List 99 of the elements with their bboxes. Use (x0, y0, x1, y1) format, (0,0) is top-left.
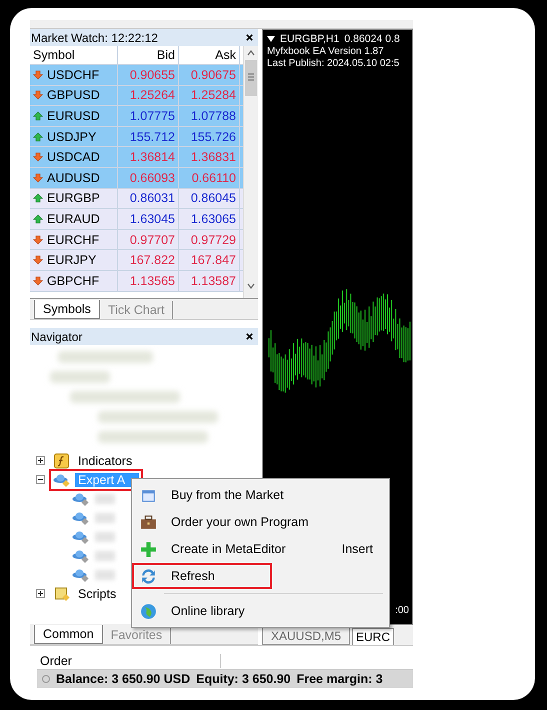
ask-price: 1.13587 (179, 270, 240, 291)
symbol-row[interactable]: EURJPY 167.822 167.847 (30, 250, 243, 271)
hat-icon (72, 566, 89, 582)
column-header[interactable]: Bid (118, 46, 179, 64)
blurred-label (95, 550, 115, 560)
symbol-row[interactable]: EURUSD 1.07775 1.07788 (30, 106, 243, 127)
ask-price: 1.63065 (179, 209, 240, 229)
tree-item[interactable]: Scripts (49, 582, 124, 604)
tree-item[interactable]: Indicators (49, 450, 140, 472)
ask-price: 0.66110 (179, 168, 240, 188)
blurred-label (95, 494, 115, 504)
panel-tab[interactable]: Common (34, 625, 103, 644)
symbol-name: EURJPY (47, 253, 96, 268)
scrollbar-thumb-icon[interactable] (245, 60, 257, 96)
ask-price: 155.726 (179, 126, 240, 146)
hat-icon (72, 548, 89, 564)
bid-price: 1.36814 (118, 147, 179, 167)
symbol-row[interactable]: AUDUSD 0.66093 0.66110 (30, 168, 243, 189)
shortcut-text: Insert (342, 542, 373, 556)
caret-icon[interactable] (267, 36, 275, 42)
equity-text: Equity: 3 650.90 (196, 672, 291, 686)
bid-price: 155.712 (118, 126, 179, 146)
symbol-name: EURCHF (47, 232, 100, 247)
bid-price: 1.13565 (118, 270, 179, 291)
bid-price: 0.90655 (118, 65, 179, 85)
scrollbar[interactable] (243, 46, 258, 298)
chart-prices: 0.86024 0.8 (344, 33, 400, 45)
ask-price: 1.25284 (179, 86, 240, 106)
symbol-row[interactable]: EURAUD 1.63045 1.63065 (30, 209, 243, 230)
symbol-name: EURGBP (47, 191, 100, 206)
scroll-icon (53, 586, 70, 602)
bid-price: 1.07775 (118, 106, 179, 126)
scroll-up-icon[interactable] (246, 49, 256, 57)
symbol-row[interactable]: USDCHF 0.90655 0.90675 (30, 65, 243, 86)
chart-symbol: EURGBP,H1 (280, 33, 340, 45)
ask-price: 0.90675 (179, 65, 240, 85)
symbol-row[interactable]: GBPCHF 1.13565 1.13587 (30, 270, 243, 292)
tree-label: Scripts (77, 586, 118, 600)
ask-price: 167.847 (179, 250, 240, 270)
balance-text: Balance: 3 650.90 USD (56, 672, 190, 686)
menu-item[interactable]: Order your own Program (132, 509, 389, 535)
time-axis-label: :00 (395, 605, 409, 616)
hat-icon (72, 528, 89, 544)
refresh-icon (140, 568, 157, 584)
close-icon[interactable] (245, 33, 254, 42)
tree-label: Expert A (75, 472, 140, 486)
menu-item[interactable]: Online library (132, 598, 389, 624)
chart-tab[interactable]: EURC (352, 628, 394, 645)
symbol-name: EURAUD (47, 212, 100, 226)
column-header[interactable]: Ask (179, 46, 240, 64)
ask-price: 1.07788 (179, 106, 240, 126)
column-header[interactable]: Symbol (30, 46, 118, 64)
chart-info-line: Last Publish: 2024.05.10 02:5 (267, 58, 400, 69)
bid-price: 1.25264 (118, 86, 179, 106)
expand-toggle-icon[interactable] (36, 589, 45, 598)
symbol-row[interactable]: USDCAD 1.36814 1.36831 (30, 147, 243, 168)
bid-price: 0.97707 (118, 230, 179, 250)
symbol-row[interactable]: EURCHF 0.97707 0.97729 (30, 230, 243, 250)
menu-item[interactable]: Refresh (132, 563, 272, 589)
symbol-row[interactable]: EURGBP 0.86031 0.86045 (30, 188, 243, 210)
bid-price: 1.63045 (118, 209, 179, 229)
tree-label: Indicators (77, 454, 134, 468)
bid-price: 0.86031 (118, 188, 179, 208)
column-header[interactable]: Order (37, 654, 221, 668)
bid-price: 167.822 (118, 250, 179, 270)
circle-icon (42, 675, 50, 683)
ask-price: 1.36831 (179, 147, 240, 167)
blurred-label (95, 532, 115, 542)
briefcase-icon (140, 514, 157, 530)
symbol-name: AUDUSD (47, 170, 100, 185)
bid-price: 0.66093 (118, 168, 179, 188)
symbol-name: USDJPY (47, 130, 96, 144)
symbol-name: EURUSD (47, 108, 100, 123)
panel-title: Market Watch: 12:22:12 (31, 30, 158, 44)
blurred-label (95, 512, 115, 522)
symbol-row[interactable]: USDJPY 155.712 155.726 (30, 126, 243, 148)
globe-icon (140, 602, 157, 620)
function-icon (53, 452, 70, 468)
chart-info-line: Myfxbook EA Version 1.87 (267, 46, 385, 57)
plus-icon (140, 540, 157, 558)
expand-toggle-icon[interactable] (36, 475, 45, 484)
symbol-name: GBPCHF (47, 274, 100, 288)
panel-tab[interactable]: Symbols (34, 300, 100, 319)
blurred-label (95, 570, 115, 580)
symbol-name: USDCAD (47, 150, 100, 164)
scroll-down-icon[interactable] (246, 282, 256, 290)
hat-icon (53, 472, 70, 488)
symbol-name: GBPUSD (47, 88, 100, 102)
hat-icon (72, 510, 89, 526)
menu-item[interactable]: Create in MetaEditor Insert (132, 536, 389, 562)
free-margin-text: Free margin: 3 (296, 672, 383, 686)
ask-price: 0.97729 (179, 230, 240, 250)
panel-title: Navigator (31, 330, 82, 344)
hat-icon (72, 490, 89, 506)
symbol-name: USDCHF (47, 68, 100, 82)
close-icon[interactable] (245, 332, 254, 341)
ask-price: 0.86045 (179, 188, 240, 208)
symbol-row[interactable]: GBPUSD 1.25264 1.25284 (30, 86, 243, 106)
expand-toggle-icon[interactable] (36, 456, 45, 465)
